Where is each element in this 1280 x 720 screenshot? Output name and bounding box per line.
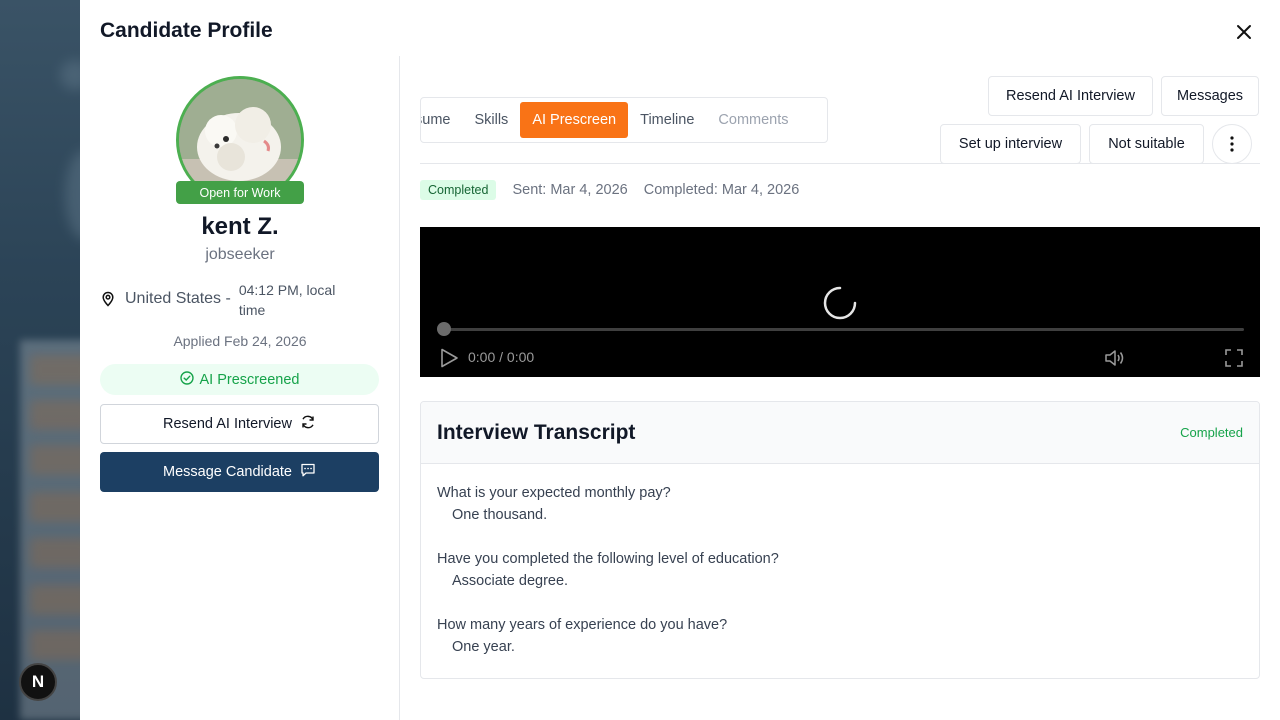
location-pin-icon bbox=[100, 291, 116, 307]
loading-spinner-icon bbox=[823, 286, 857, 320]
resend-ai-interview-button[interactable]: Resend AI Interview bbox=[100, 404, 379, 444]
transcript-question: How many years of experience do you have… bbox=[437, 617, 728, 633]
profile-tabs: sume Skills AI Prescreen Timeline Commen… bbox=[420, 97, 828, 143]
volume-icon[interactable] bbox=[1104, 348, 1126, 368]
video-time: 0:00 / 0:00 bbox=[468, 349, 535, 365]
refresh-icon bbox=[300, 414, 316, 434]
tab-timeline[interactable]: Timeline bbox=[628, 102, 706, 138]
messages-button[interactable]: Messages bbox=[1161, 76, 1259, 116]
interview-transcript-card: Interview Transcript Completed What is y… bbox=[420, 401, 1260, 679]
prescreen-status-badge: Completed bbox=[420, 180, 497, 200]
local-time: 04:12 PM, local time bbox=[238, 282, 336, 318]
location-row: United States - 04:12 PM, local time bbox=[100, 280, 380, 320]
message-candidate-button[interactable]: Message Candidate bbox=[100, 452, 379, 492]
ai-prescreened-pill: AI Prescreened bbox=[100, 364, 379, 395]
chat-icon bbox=[300, 462, 316, 482]
video-progress-bar[interactable] bbox=[439, 328, 1244, 331]
profile-sidebar: Open for Work kent Z. jobseeker United S… bbox=[80, 56, 400, 720]
transcript-header: Interview Transcript Completed bbox=[421, 402, 1259, 464]
prescreen-status-row: Completed Sent: Mar 4, 2026 Completed: M… bbox=[420, 180, 799, 200]
transcript-question: Have you completed the following level o… bbox=[437, 551, 779, 567]
video-player[interactable]: 0:00 / 0:00 bbox=[420, 227, 1260, 377]
transcript-answer: One year. bbox=[452, 639, 515, 655]
transcript-item: How many years of experience do you have… bbox=[437, 614, 1243, 658]
candidate-profile-modal: Candidate Profile Open for Work kent Z. … bbox=[80, 0, 1280, 720]
tab-comments[interactable]: Comments bbox=[706, 102, 800, 138]
transcript-status: Completed bbox=[1180, 425, 1243, 440]
transcript-question: What is your expected monthly pay? bbox=[437, 485, 671, 501]
location-country: United States - bbox=[125, 290, 231, 307]
not-suitable-button[interactable]: Not suitable bbox=[1089, 124, 1204, 164]
transcript-answer: One thousand. bbox=[452, 507, 548, 523]
close-icon[interactable] bbox=[1234, 22, 1254, 42]
play-icon[interactable] bbox=[438, 347, 460, 369]
tab-skills[interactable]: Skills bbox=[462, 102, 520, 138]
resend-ai-interview-label: Resend AI Interview bbox=[163, 416, 292, 432]
more-options-icon[interactable] bbox=[1212, 124, 1252, 164]
video-progress-handle[interactable] bbox=[437, 322, 451, 336]
modal-title: Candidate Profile bbox=[100, 19, 273, 42]
tab-ai-prescreen[interactable]: AI Prescreen bbox=[520, 102, 629, 138]
candidate-name: kent Z. bbox=[201, 213, 279, 240]
transcript-answer: Associate degree. bbox=[452, 573, 569, 589]
transcript-title: Interview Transcript bbox=[437, 421, 636, 444]
transcript-item: Have you completed the following level o… bbox=[437, 548, 1243, 592]
tab-resume[interactable]: sume bbox=[421, 102, 462, 138]
transcript-item: What is your expected monthly pay? One t… bbox=[437, 482, 1243, 526]
candidate-role: jobseeker bbox=[205, 246, 275, 263]
message-candidate-label: Message Candidate bbox=[163, 464, 292, 480]
set-up-interview-button[interactable]: Set up interview bbox=[940, 124, 1081, 164]
ai-prescreened-label: AI Prescreened bbox=[199, 371, 300, 388]
completed-date: Completed: Mar 4, 2026 bbox=[643, 182, 800, 198]
fullscreen-icon[interactable] bbox=[1224, 348, 1244, 368]
framework-badge[interactable]: N bbox=[19, 663, 57, 701]
section-divider bbox=[420, 163, 1260, 164]
check-circle-icon bbox=[179, 370, 194, 389]
applied-date: Applied Feb 24, 2026 bbox=[173, 333, 307, 349]
resend-ai-interview-action-button[interactable]: Resend AI Interview bbox=[988, 76, 1153, 116]
open-for-work-badge: Open for Work bbox=[176, 181, 304, 204]
sent-date: Sent: Mar 4, 2026 bbox=[512, 182, 628, 198]
transcript-body: What is your expected monthly pay? One t… bbox=[421, 464, 1259, 658]
